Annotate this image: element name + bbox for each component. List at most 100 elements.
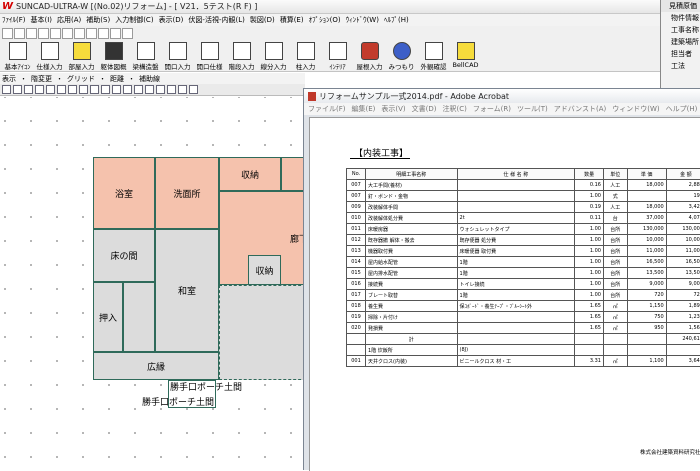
table-cell: 020	[347, 323, 366, 334]
cad-menu-item[interactable]: ｵﾌﾟｼｮﾝ(O)	[309, 15, 341, 25]
acrobat-menu-item[interactable]: ウィンドウ(W)	[612, 104, 659, 114]
room-storage-1[interactable]: 収納	[219, 157, 281, 191]
view-submenu-item[interactable]: ・	[128, 74, 135, 84]
view-submenu-item[interactable]: ・	[99, 74, 106, 84]
undo-icon[interactable]	[50, 28, 61, 39]
tool-button[interactable]: 外観確認	[418, 40, 449, 71]
redraw-icon[interactable]	[68, 85, 77, 94]
tool-button[interactable]: ｲﾝﾃﾘｱ	[322, 40, 353, 71]
table-cell: 018	[347, 301, 366, 312]
cut-icon[interactable]	[74, 28, 85, 39]
acrobat-menu-item[interactable]: アドバンスト(A)	[554, 104, 606, 114]
acrobat-menu-item[interactable]: ファイル(F)	[308, 104, 346, 114]
acrobat-menu-item[interactable]: ツール(T)	[517, 104, 548, 114]
stairs-icon	[233, 42, 251, 60]
color-icon[interactable]	[145, 85, 154, 94]
tool-button[interactable]: 部屋入力	[66, 40, 97, 71]
tool-button[interactable]: 線分入力	[258, 40, 289, 71]
select-icon[interactable]	[2, 85, 11, 94]
cad-menu-item[interactable]: 伏図-活視-内観(L)	[188, 15, 244, 25]
acrobat-menu-item[interactable]: 文書(D)	[412, 104, 437, 114]
room-bath[interactable]: 浴室	[93, 157, 155, 229]
new-file-icon[interactable]	[2, 28, 13, 39]
zoom-out-icon[interactable]	[24, 85, 33, 94]
room-right-area[interactable]	[219, 285, 303, 380]
info-row[interactable]: 建築場所	[661, 36, 700, 48]
info-row[interactable]: 物件情報	[661, 12, 700, 24]
view-submenu-item[interactable]: ・	[20, 74, 27, 84]
cad-menu-item[interactable]: 表示(D)	[159, 15, 184, 25]
cad-menu-item[interactable]: ﾍﾙﾌﾟ(H)	[384, 15, 409, 25]
floor-plan-canvas[interactable]: 浴室 洗面所 収納 廊下 収納 床の間 和室 押入 広縁 勝手口ポーチ土間 勝手…	[0, 97, 303, 470]
tool-button[interactable]: みつもり	[386, 40, 417, 71]
paste-icon[interactable]	[98, 28, 109, 39]
room-engawa[interactable]: 広縁	[93, 352, 219, 380]
acrobat-menu-item[interactable]: ヘルプ(H)	[666, 104, 698, 114]
cad-menu-item[interactable]: ｳｨﾝﾄﾞｳ(W)	[346, 15, 379, 25]
pdf-page[interactable]: 【内装工事】 No.明細工事名称仕 様 名 称数量単位単 価金 額 007大工手…	[309, 117, 700, 471]
room-oshiire-side[interactable]	[123, 282, 155, 352]
acrobat-menu-item[interactable]: 編集(E)	[352, 104, 376, 114]
room-oshiire[interactable]: 押入	[93, 282, 123, 352]
acrobat-menu-item[interactable]: 注釈(C)	[443, 104, 467, 114]
help-icon[interactable]	[122, 28, 133, 39]
fill-icon[interactable]	[156, 85, 165, 94]
ortho-icon[interactable]	[123, 85, 132, 94]
room-tokonoma[interactable]: 床の間	[93, 229, 155, 282]
room-corner[interactable]	[281, 157, 303, 191]
dim-icon[interactable]	[178, 85, 187, 94]
tool-button[interactable]: 柱入力	[290, 40, 321, 71]
zoom-fit-icon[interactable]	[46, 85, 55, 94]
info-row[interactable]: 工法	[661, 60, 700, 72]
grid-icon[interactable]	[79, 85, 88, 94]
info-icon[interactable]	[189, 85, 198, 94]
tool-button[interactable]: 梁構造盤	[130, 40, 161, 71]
acrobat-window: リフォームサンプル一式2014.pdf - Adobe Acrobat ファイル…	[303, 88, 700, 470]
tool-button[interactable]: 仕様入力	[34, 40, 65, 71]
cad-menu-item[interactable]: 基本(I)	[31, 15, 53, 25]
table-cell: 床暖房器	[366, 224, 458, 235]
acrobat-menu-item[interactable]: 表示(V)	[381, 104, 405, 114]
view-submenu-item[interactable]: 補助線	[139, 74, 160, 84]
view-submenu-item[interactable]: グリッド	[67, 74, 95, 84]
info-row[interactable]: 担当者	[661, 48, 700, 60]
view-submenu-item[interactable]: 表示	[2, 74, 16, 84]
pan-icon[interactable]	[57, 85, 66, 94]
cad-menu-item[interactable]: 入力制御(C)	[115, 15, 153, 25]
cad-menu-item[interactable]: 補助(S)	[86, 15, 110, 25]
cad-menu-item[interactable]: 応用(A)	[57, 15, 81, 25]
room-washitsu[interactable]: 和室	[155, 229, 219, 352]
layer-icon[interactable]	[112, 85, 121, 94]
room-washroom[interactable]: 洗面所	[155, 157, 219, 229]
info-row[interactable]: 工事名称	[661, 24, 700, 36]
print-icon[interactable]	[38, 28, 49, 39]
tool-button[interactable]: 階段入力	[226, 40, 257, 71]
zoom-icon[interactable]	[110, 28, 121, 39]
zoom-in-icon[interactable]	[13, 85, 22, 94]
redo-icon[interactable]	[62, 28, 73, 39]
tool-button[interactable]: 屋根入力	[354, 40, 385, 71]
measure-icon[interactable]	[101, 85, 110, 94]
cad-menu-item[interactable]: 製図(D)	[250, 15, 275, 25]
view-submenu-item[interactable]: 距離	[110, 74, 124, 84]
cad-menu-item[interactable]: ﾌｧｲﾙ(F)	[2, 15, 26, 25]
tool-label: 線分入力	[261, 61, 287, 71]
view-submenu-item[interactable]: ・	[56, 74, 63, 84]
tool-button[interactable]: 開口仕様	[194, 40, 225, 71]
view-submenu-item[interactable]: 階変更	[31, 74, 52, 84]
grid-toggle-icon[interactable]	[134, 85, 143, 94]
zoom-window-icon[interactable]	[35, 85, 44, 94]
tool-button[interactable]: 躯体図概	[98, 40, 129, 71]
open-folder-icon[interactable]	[14, 28, 25, 39]
cad-menu-item[interactable]: 積算(E)	[280, 15, 304, 25]
acrobat-menu-item[interactable]: フォーム(R)	[473, 104, 511, 114]
save-icon[interactable]	[26, 28, 37, 39]
copy-icon[interactable]	[86, 28, 97, 39]
tool-button[interactable]: BellCAD	[450, 40, 481, 71]
tool-button[interactable]: 開口入力	[162, 40, 193, 71]
text-icon[interactable]	[167, 85, 176, 94]
room-storage-2[interactable]: 収納	[248, 255, 281, 285]
snap-icon[interactable]	[90, 85, 99, 94]
tool-button[interactable]: 基本ｱｲｺﾝ	[2, 40, 33, 71]
table-header: 金 額	[666, 169, 700, 180]
